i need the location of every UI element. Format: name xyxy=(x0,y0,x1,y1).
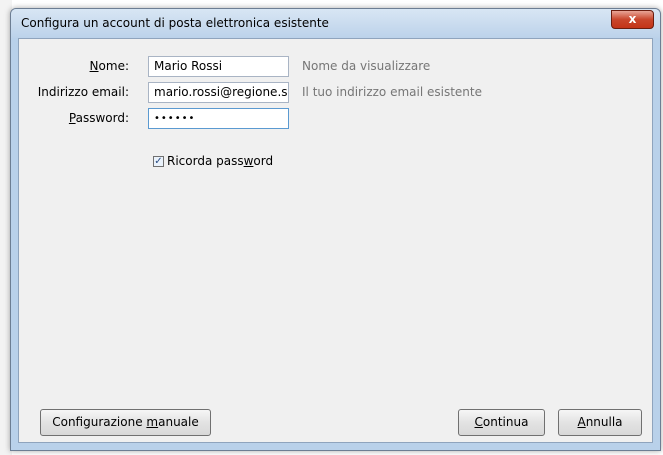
dialog-title: Configura un account di posta elettronic… xyxy=(21,16,329,30)
manual-config-button[interactable]: Configurazione manuale xyxy=(40,409,211,436)
title-bar[interactable]: Configura un account di posta elettronic… xyxy=(11,9,660,38)
password-label: Password: xyxy=(68,111,129,125)
remember-password-label: Ricorda password xyxy=(167,154,274,168)
name-hint: Nome da visualizzare xyxy=(302,59,431,73)
remember-password-row[interactable]: ✓ Ricorda password xyxy=(153,154,273,168)
password-field[interactable]: •••••• xyxy=(148,108,289,129)
remember-password-checkbox[interactable]: ✓ xyxy=(153,155,164,167)
name-field[interactable]: Mario Rossi xyxy=(148,56,289,77)
account-setup-dialog: Configura un account di posta elettronic… xyxy=(10,8,661,451)
email-field[interactable]: mario.rossi@regione.s xyxy=(148,82,289,103)
close-button[interactable]: x xyxy=(611,10,654,29)
close-icon: x xyxy=(628,12,637,26)
dialog-body: Nome: Mario Rossi Nome da visualizzare I… xyxy=(18,38,653,443)
cancel-button[interactable]: Annulla xyxy=(558,409,642,436)
name-label: Nome: xyxy=(89,59,129,73)
email-label: Indirizzo email: xyxy=(37,85,129,99)
email-hint: Il tuo indirizzo email esistente xyxy=(302,85,482,99)
continue-button[interactable]: Continua xyxy=(458,409,545,436)
